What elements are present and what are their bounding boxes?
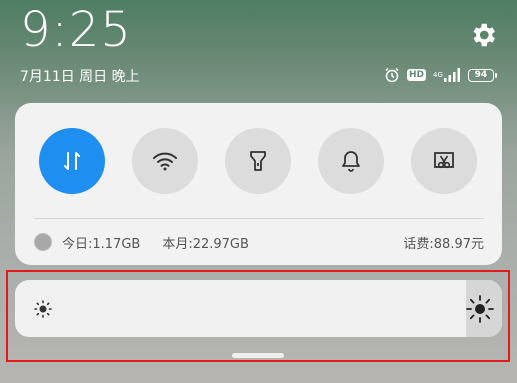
brightness-high-icon xyxy=(466,295,494,323)
brightness-low-icon xyxy=(34,300,52,318)
usage-today: 今日:1.17GB xyxy=(62,236,141,252)
network-type-label: 4G xyxy=(433,70,443,79)
clock-time: 9:25 xyxy=(20,2,132,58)
status-icons: HD 4G 94 xyxy=(384,66,497,84)
drag-handle[interactable] xyxy=(232,353,284,358)
settings-gear-icon[interactable] xyxy=(468,20,498,50)
battery-icon: 94 xyxy=(467,68,497,82)
flashlight-icon xyxy=(250,151,266,171)
sim-icon xyxy=(34,233,52,251)
bell-icon xyxy=(342,151,360,172)
toggle-wifi[interactable] xyxy=(132,128,198,194)
toggle-mobile-data[interactable] xyxy=(39,128,105,194)
date-label: 7月11日 周日 晚上 xyxy=(20,69,140,85)
phone-fee: 话费:88.97元 xyxy=(403,236,484,252)
wifi-icon xyxy=(153,152,177,171)
toggle-flashlight[interactable] xyxy=(225,128,291,194)
panel-divider xyxy=(34,218,484,219)
data-usage-row: 今日:1.17GB 本月:22.97GB 话费:88.97元 xyxy=(34,230,484,254)
usage-month: 本月:22.97GB xyxy=(162,236,249,252)
brightness-fill xyxy=(15,280,502,337)
battery-level: 94 xyxy=(474,70,488,80)
toggle-notification[interactable] xyxy=(318,128,384,194)
mobile-data-icon xyxy=(64,152,80,170)
quick-settings-panel: 今日:1.17GB 本月:22.97GB 话费:88.97元 xyxy=(15,103,502,265)
signal-icon: 4G xyxy=(433,68,461,82)
toggle-screenshot[interactable] xyxy=(411,128,477,194)
alarm-icon xyxy=(384,67,400,83)
brightness-slider[interactable] xyxy=(15,280,502,337)
status-bar: 9:25 7月11日 周日 晚上 HD 4G 94 xyxy=(0,0,517,100)
hd-icon: HD xyxy=(407,69,427,81)
screenshot-icon xyxy=(434,152,454,169)
